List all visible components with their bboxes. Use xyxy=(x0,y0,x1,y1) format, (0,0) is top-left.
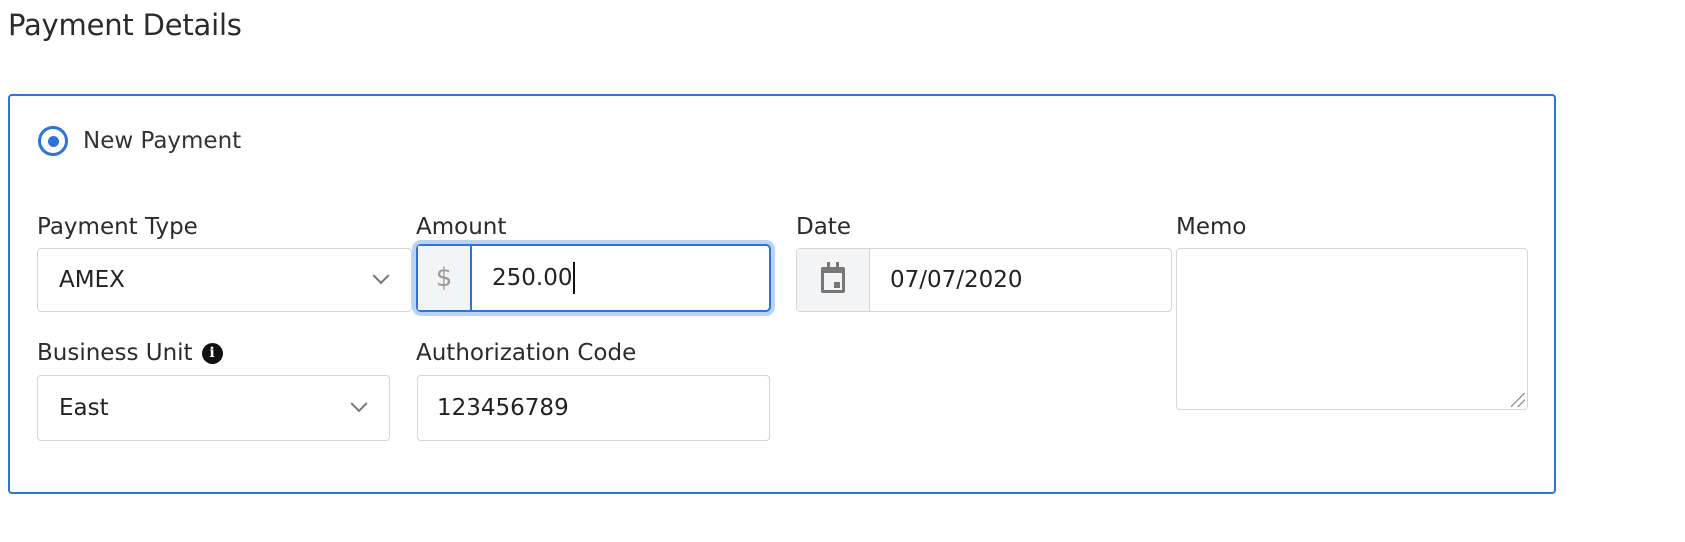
new-payment-radio[interactable] xyxy=(38,126,68,156)
amount-input[interactable]: $ 250.00 xyxy=(416,244,771,312)
memo-textarea[interactable] xyxy=(1176,248,1528,410)
new-payment-option[interactable]: New Payment xyxy=(38,126,241,156)
radio-selected-dot xyxy=(47,135,59,147)
new-payment-label: New Payment xyxy=(83,128,242,154)
amount-label: Amount xyxy=(416,214,506,240)
memo-label-text: Memo xyxy=(1176,214,1247,240)
authorization-code-input[interactable]: 123456789 xyxy=(417,375,770,441)
payment-panel: New Payment Payment Type AMEX Amount $ 2… xyxy=(8,94,1556,494)
memo-label: Memo xyxy=(1176,214,1246,240)
authorization-code-label-text: Authorization Code xyxy=(416,340,637,366)
date-input[interactable]: 07/07/2020 xyxy=(796,248,1172,312)
business-unit-label: Business Unit i xyxy=(37,340,223,366)
payment-type-label: Payment Type xyxy=(37,214,198,240)
currency-addon: $ xyxy=(418,246,472,310)
resize-handle-icon[interactable] xyxy=(1511,393,1525,407)
business-unit-label-text: Business Unit xyxy=(37,340,193,366)
payment-type-select[interactable]: AMEX xyxy=(37,248,412,312)
amount-value: 250.00 xyxy=(492,265,573,291)
date-label: Date xyxy=(796,214,851,240)
amount-label-text: Amount xyxy=(416,214,507,240)
text-caret xyxy=(573,262,576,294)
chevron-down-icon xyxy=(350,395,368,413)
date-value: 07/07/2020 xyxy=(890,267,1023,293)
authorization-code-label: Authorization Code xyxy=(416,340,636,366)
page-title: Payment Details xyxy=(8,8,242,42)
calendar-icon xyxy=(821,262,845,293)
amount-value-wrap: 250.00 xyxy=(472,246,576,310)
payment-type-value: AMEX xyxy=(59,267,125,293)
business-unit-select[interactable]: East xyxy=(37,375,390,441)
info-icon[interactable]: i xyxy=(201,342,223,364)
business-unit-value: East xyxy=(59,395,109,421)
payment-type-label-text: Payment Type xyxy=(37,214,198,240)
calendar-button[interactable] xyxy=(797,249,870,311)
chevron-down-icon xyxy=(372,267,390,285)
date-label-text: Date xyxy=(796,214,851,240)
